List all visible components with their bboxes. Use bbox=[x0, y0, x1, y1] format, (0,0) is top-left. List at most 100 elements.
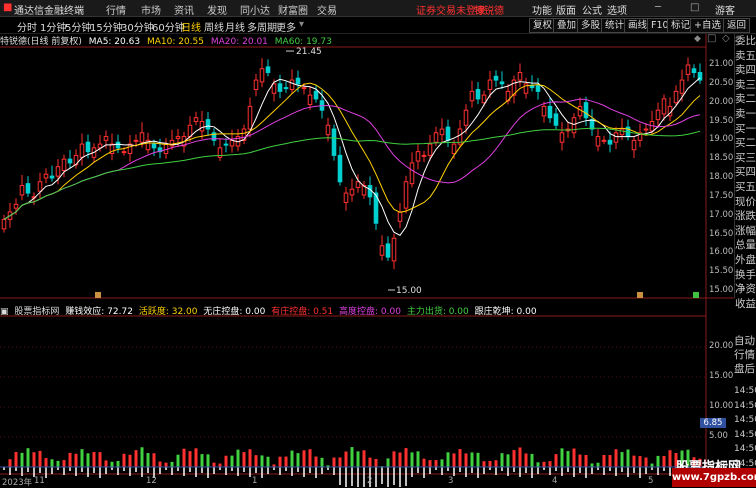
indicator-bar bbox=[266, 456, 270, 467]
indicator-bar bbox=[608, 455, 612, 467]
quote-mode-sidebar: 自动 行情 盘后 bbox=[734, 334, 756, 382]
indicator-bar bbox=[62, 460, 66, 467]
indicator-bar bbox=[152, 453, 156, 467]
candle bbox=[205, 119, 211, 130]
price-axis-label: 16.00 bbox=[709, 247, 734, 258]
indicator-bar bbox=[332, 457, 336, 467]
indicator-bar bbox=[446, 452, 450, 467]
indicator-bar bbox=[392, 451, 396, 467]
indicator-bar bbox=[434, 460, 438, 467]
indicator-value: 跟庄乾坤: 0.00 bbox=[474, 307, 537, 317]
sidebar-item[interactable]: 卖一 bbox=[735, 107, 756, 122]
indicator-bar bbox=[206, 454, 210, 467]
sub-axis-label: 10.00 bbox=[709, 401, 734, 411]
indicator-bar bbox=[596, 462, 600, 467]
sidebar-item[interactable]: 卖五 bbox=[735, 49, 756, 64]
indicator-bar bbox=[116, 460, 120, 467]
sidebar-item[interactable]: 卖二 bbox=[735, 92, 756, 107]
sidebar-item[interactable]: 卖三 bbox=[735, 78, 756, 93]
sidebar-item[interactable]: 14:50 bbox=[734, 428, 756, 443]
indicator-value: 活跃度: 32.00 bbox=[138, 307, 198, 317]
indicator-bar bbox=[98, 452, 102, 467]
sidebar-item[interactable]: 买四 bbox=[735, 165, 756, 180]
sidebar-item[interactable]: 涨幅 bbox=[735, 224, 756, 239]
candle bbox=[445, 126, 451, 141]
indicator-bar bbox=[158, 461, 162, 467]
price-axis-label: 18.50 bbox=[709, 153, 734, 164]
candle bbox=[301, 87, 307, 90]
price-axis-label: 15.00 bbox=[709, 285, 734, 295]
indicator-bar bbox=[140, 447, 144, 467]
sidebar-item[interactable]: 买三 bbox=[735, 151, 756, 166]
sidebar-item[interactable]: 自动 bbox=[734, 334, 756, 348]
candle bbox=[397, 211, 403, 222]
candle bbox=[307, 94, 313, 106]
candle bbox=[577, 105, 583, 117]
indicator-bar bbox=[602, 455, 606, 467]
sidebar-item[interactable]: 净资 bbox=[735, 282, 756, 297]
candle bbox=[613, 132, 619, 143]
sidebar-item[interactable]: 14:50 bbox=[734, 413, 756, 428]
kline-chart[interactable]: 21.4515.00 bbox=[0, 0, 734, 487]
indicator-bar bbox=[296, 453, 300, 467]
indicator-bar bbox=[134, 450, 138, 467]
indicator-bar bbox=[38, 450, 42, 467]
sidebar-item[interactable]: 盘后 bbox=[734, 362, 756, 376]
indicator-bar bbox=[146, 453, 150, 467]
candle bbox=[685, 64, 691, 75]
indicator-bar bbox=[338, 457, 342, 467]
sidebar-item[interactable]: 买二 bbox=[735, 136, 756, 151]
indicator-bar bbox=[50, 459, 54, 467]
candle bbox=[49, 175, 55, 179]
candle bbox=[289, 79, 295, 90]
sidebar-item[interactable]: 卖四 bbox=[735, 63, 756, 78]
indicator-value: 高度控盘: 0.00 bbox=[339, 307, 401, 317]
sidebar-item[interactable]: 买五 bbox=[735, 180, 756, 195]
candle bbox=[229, 139, 235, 147]
sidebar-item[interactable]: 14:50 bbox=[734, 384, 756, 399]
indicator-value: 有庄控盘: 0.51 bbox=[271, 307, 334, 317]
indicator-value: 无庄控盘: 0.00 bbox=[203, 307, 266, 317]
sidebar-item[interactable]: 买一 bbox=[735, 122, 756, 137]
sidebar-item[interactable]: 总量 bbox=[735, 238, 756, 253]
date-label: 2023年 bbox=[2, 478, 33, 488]
candle bbox=[355, 181, 361, 188]
candle bbox=[643, 128, 649, 131]
indicator-bar bbox=[578, 454, 582, 467]
sub-axis-label: 15.00 bbox=[709, 371, 734, 381]
indicator-bar bbox=[638, 456, 642, 467]
sidebar-item[interactable]: 委比 bbox=[735, 34, 756, 49]
indicator-bar bbox=[536, 462, 540, 467]
sidebar-item[interactable]: 收益 bbox=[735, 297, 756, 312]
candle bbox=[379, 245, 385, 256]
indicator-bar bbox=[410, 452, 414, 467]
indicator-bar bbox=[176, 454, 180, 467]
sidebar-item[interactable]: 行情 bbox=[734, 348, 756, 362]
candle bbox=[199, 121, 205, 132]
sidebar-item[interactable]: 外盘 bbox=[735, 253, 756, 268]
candle bbox=[571, 117, 577, 134]
candle bbox=[277, 83, 283, 92]
indicator-value: 赚钱效应: 72.72 bbox=[65, 307, 133, 317]
indicator-bar bbox=[398, 452, 402, 467]
candle bbox=[337, 154, 343, 183]
indicator-bar bbox=[284, 456, 288, 467]
candle bbox=[55, 166, 61, 177]
indicator-bar bbox=[302, 450, 306, 467]
indicator-logo-icon: ▣ bbox=[0, 307, 9, 317]
indicator-bar bbox=[404, 448, 408, 467]
candle bbox=[67, 158, 73, 164]
candle bbox=[121, 151, 127, 154]
sidebar-item[interactable]: 涨跌 bbox=[735, 209, 756, 224]
candle bbox=[481, 94, 487, 104]
candle bbox=[655, 109, 661, 121]
indicator-bar bbox=[572, 448, 576, 467]
price-axis-label: 17.50 bbox=[709, 190, 734, 201]
indicator-bar bbox=[104, 460, 108, 467]
sidebar-item[interactable]: 现价 bbox=[735, 195, 756, 210]
sidebar-item[interactable]: 14:50 bbox=[734, 399, 756, 414]
indicator-name[interactable]: 股票指标网 bbox=[14, 307, 59, 317]
sidebar-item[interactable]: 换手 bbox=[735, 268, 756, 283]
candle bbox=[19, 185, 25, 196]
sidebar-item[interactable]: 14:50 bbox=[734, 442, 756, 457]
